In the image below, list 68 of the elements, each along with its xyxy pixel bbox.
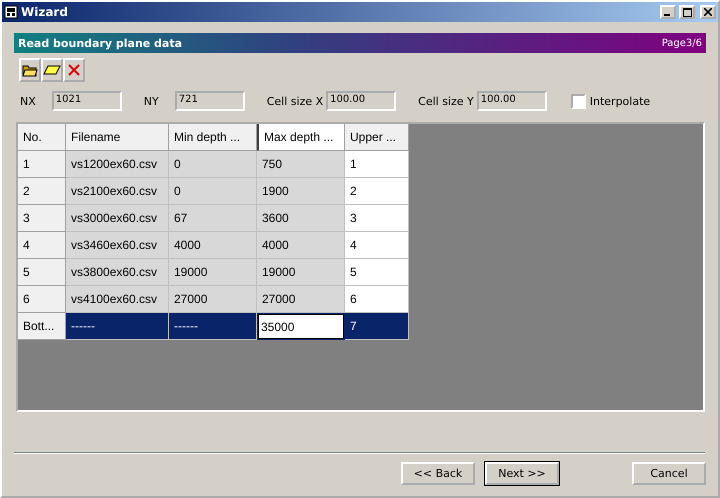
value-field[interactable]: 100.00 [476,91,547,111]
close-button[interactable] [700,5,716,19]
table-cell: vs4100ex60.csv [66,286,169,313]
folder-icon [22,63,38,77]
app-icon [4,5,18,19]
row-header[interactable]: 2 [18,178,66,205]
maximize-icon [682,8,692,16]
back-button[interactable]: << Back [401,462,475,485]
maximize-button[interactable] [679,5,695,19]
table-cell: 4 [345,232,409,259]
table-cell: 19000 [169,259,257,286]
page-title: Read boundary plane data [18,36,182,50]
table-cell: vs3460ex60.csv [66,232,169,259]
table-cell: 0 [169,178,257,205]
minimize-button[interactable] [660,5,676,19]
cancel-button[interactable]: Cancel [632,462,706,485]
value-field[interactable]: 721 [174,91,245,111]
table-cell: ------ [169,313,257,340]
table-cell: vs3800ex60.csv [66,259,169,286]
page-counter: Page3/6 [662,38,702,48]
close-icon [704,8,712,16]
table-cell: 4000 [169,232,257,259]
cell-editor[interactable]: 35000 [258,314,344,339]
table-cell: 27000 [169,286,257,313]
table-cell: 5 [345,259,409,286]
row-header[interactable]: 6 [18,286,66,313]
value-field[interactable]: 1021 [52,91,122,111]
table-cell: vs1200ex60.csv [66,151,169,178]
column-header[interactable]: Min depth ... [169,124,257,151]
table-cell: 7 [345,313,409,340]
row-header[interactable]: 4 [18,232,66,259]
table-cell: 6 [345,286,409,313]
column-header[interactable]: Upper ... [345,124,409,151]
open-folder-button[interactable] [19,58,41,82]
table-cell: 750 [257,151,345,178]
table-cell: 2 [345,178,409,205]
field-label: NY [144,94,159,108]
cross-icon [68,64,80,76]
table-cell: 0 [169,151,257,178]
interpolate-checkbox[interactable] [570,94,586,108]
table-cell: 67 [169,205,257,232]
parallelogram-icon [43,65,61,75]
field-label: Cell size Y [418,94,474,108]
table-cell: ------ [66,313,169,340]
row-header[interactable]: 5 [18,259,66,286]
delete-button[interactable] [63,58,85,82]
plane-button[interactable] [41,58,63,82]
row-header[interactable]: 3 [18,205,66,232]
table-cell: 4000 [257,232,345,259]
column-header[interactable]: Filename [66,124,169,151]
window-title: Wizard [21,5,69,19]
table-cell: vs3000ex60.csv [66,205,169,232]
table-cell: 3600 [257,205,345,232]
table-cell: 1 [345,151,409,178]
row-header[interactable]: Bott... [18,313,66,340]
value-field[interactable]: 100.00 [326,91,396,111]
checkbox-label: Interpolate [590,94,650,108]
table-cell: 19000 [257,259,345,286]
table-cell: vs2100ex60.csv [66,178,169,205]
next-button[interactable]: Next >> [485,462,559,485]
field-label: NX [20,94,36,108]
table-cell: 27000 [257,286,345,313]
column-header[interactable]: Max depth ... [257,124,345,151]
column-header[interactable]: No. [18,124,66,151]
table-cell: 3 [345,205,409,232]
row-header[interactable]: 1 [18,151,66,178]
field-label: Cell size X [266,94,324,108]
table-cell: 1900 [257,178,345,205]
